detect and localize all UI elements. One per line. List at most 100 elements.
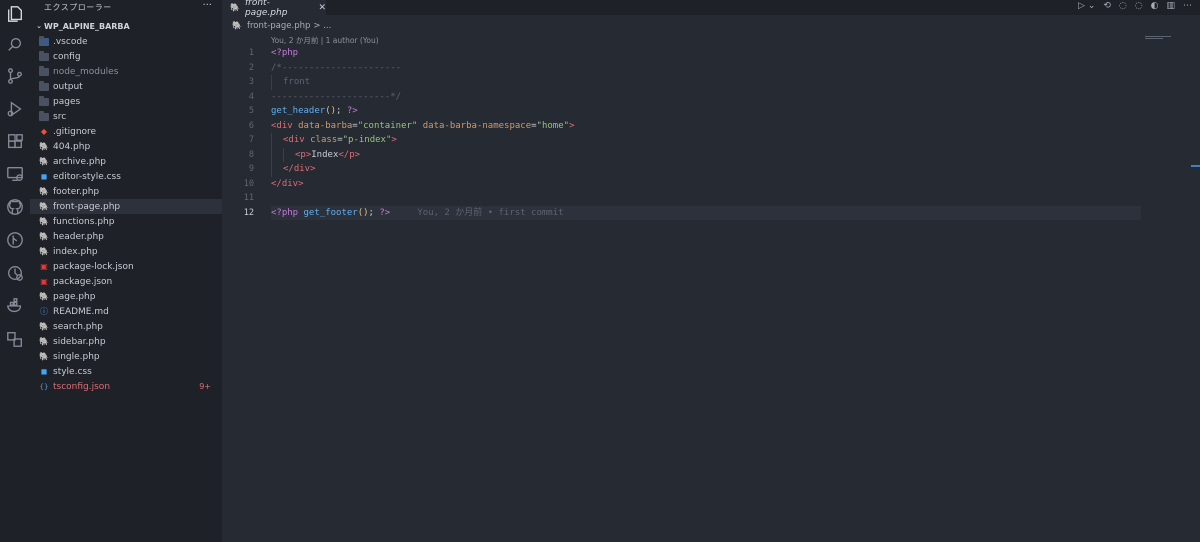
info-file-icon: ⓘ [40,307,48,316]
source-control-icon[interactable] [5,66,25,86]
problem-badge: 9+ [199,382,211,391]
file-tree-item-label: 404.php [53,141,91,152]
timeline-prev-icon[interactable]: ◌ [1119,1,1127,11]
npm-file-icon: ▣ [40,277,48,286]
live-share-icon[interactable] [5,329,25,349]
line-number: 3 [248,77,254,87]
file-tree-item[interactable]: output [30,79,222,94]
file-tree-item[interactable]: ◼ editor-style.css [30,169,222,184]
breadcrumb-rest[interactable]: > ... [313,21,331,31]
test-icon[interactable] [5,263,25,283]
line-number: 6 [248,120,254,131]
code-line: front [271,75,1141,90]
file-tree-item[interactable]: 🐘 single.php [30,349,222,364]
file-tree-item[interactable]: 🐘 sidebar.php [30,334,222,349]
php-file-icon: 🐘 [39,142,49,151]
folder-icon [39,65,49,77]
docker-icon[interactable] [5,296,25,316]
code-line: <?php [271,48,299,58]
folder-icon [39,110,49,122]
file-tree-item[interactable]: .vscode [30,34,222,49]
line-number: 9 [248,164,254,174]
file-tree-item[interactable]: ▣ package-lock.json [30,259,222,274]
remote-explorer-icon[interactable] [5,164,25,184]
line-number: 8 [248,149,254,160]
file-tree: .vscode config node_modules output pages src ◆… [30,34,222,394]
php-file-icon: 🐘 [39,157,49,166]
extensions-icon[interactable] [5,132,25,152]
chevron-down-icon: ⌄ [36,22,42,30]
codelens-blame[interactable]: You, 2 か月前 | 1 author (You) [271,35,379,46]
line-number: 12 [243,207,254,218]
file-tree-item-label: index.php [53,246,98,257]
files-icon[interactable] [5,4,25,24]
file-tree-item-label: page.php [53,291,96,302]
file-tree-item[interactable]: config [30,49,222,64]
github-icon[interactable] [5,197,25,217]
more-editor-actions-icon[interactable]: ⋯ [1183,1,1192,11]
tab-front-page[interactable]: 🐘 front-page.php ✕ [222,0,326,18]
close-tab-icon[interactable]: ✕ [318,3,326,13]
timeline-next-icon[interactable]: ◌ [1135,1,1143,11]
php-file-icon: 🐘 [39,187,49,196]
folder-icon [39,95,49,107]
tab-label: front-page.php [244,0,288,18]
file-tree-item[interactable]: pages [30,94,222,109]
minimap[interactable] [1145,36,1171,42]
file-tree-item-label: sidebar.php [53,336,106,347]
file-tree-item-label: search.php [53,321,103,332]
file-tree-item-label: single.php [53,351,100,362]
line-number: 5 [248,106,254,116]
file-tree-item[interactable]: ⓘ README.md [30,304,222,319]
php-file-icon: 🐘 [232,21,242,30]
file-tree-item[interactable]: 🐘 front-page.php [30,199,222,214]
file-tree-item[interactable]: 🐘 404.php [30,139,222,154]
file-tree-item[interactable]: 🐘 page.php [30,289,222,304]
file-tree-item[interactable]: ▣ package.json [30,274,222,289]
code-line: <p>Index</p> [271,147,1141,162]
line-number: 4 [248,91,254,102]
file-tree-item-label: front-page.php [53,201,121,212]
run-debug-icon[interactable] [5,99,25,119]
scrollbar-marker[interactable] [1191,165,1200,167]
file-tree-item[interactable]: 🐘 functions.php [30,214,222,229]
file-tree-item[interactable]: ◆ .gitignore [30,124,222,139]
file-tree-item[interactable]: 🐘 footer.php [30,184,222,199]
file-tree-item[interactable]: {} tsconfig.json 9+ [30,379,222,394]
run-icon[interactable]: ▷ ⌄ [1078,1,1095,11]
split-editor-icon[interactable]: ▥ [1166,1,1175,11]
file-tree-item-label: package-lock.json [53,261,134,272]
file-tree-item[interactable]: 🐘 index.php [30,244,222,259]
search-icon[interactable] [5,35,25,55]
line-number: 1 [248,48,254,58]
file-tree-item[interactable]: node_modules [30,64,222,79]
breadcrumb-file[interactable]: front-page.php [247,21,310,31]
file-tree-item[interactable]: src [30,109,222,124]
file-tree-item[interactable]: ◼ style.css [30,364,222,379]
css-file-icon: ◼ [40,367,48,376]
php-file-icon: 🐘 [39,352,49,361]
code-editor[interactable]: <?php /*---------------------- front ---… [271,46,1141,220]
explorer-title: エクスプローラー [44,3,112,12]
file-tree-item[interactable]: 🐘 archive.php [30,154,222,169]
file-tree-item[interactable]: 🐘 header.php [30,229,222,244]
line-number-gutter: 1 2 3 4 5 6 7 8 9 10 11 12 [222,46,258,220]
php-file-icon: 🐘 [39,337,49,346]
css-file-icon: ◼ [40,172,48,181]
toggle-blame-icon[interactable]: ◐ [1151,1,1159,11]
line-number: 7 [248,135,254,145]
go-back-icon[interactable]: ⟲ [1103,1,1111,11]
php-file-icon: 🐘 [39,292,49,301]
code-line: ----------------------*/ [271,91,402,102]
git-graph-icon[interactable] [5,230,25,250]
php-file-icon: 🐘 [39,232,49,241]
project-section-header[interactable]: ⌄ WP_ALPINE_BARBA [34,20,222,32]
file-tree-item[interactable]: 🐘 search.php [30,319,222,334]
editor-actions: ▷ ⌄ ⟲ ◌ ◌ ◐ ▥ ⋯ [1078,1,1192,11]
file-tree-item-label: node_modules [53,66,119,77]
more-actions-icon[interactable]: ··· [202,0,212,11]
file-tree-item-label: pages [53,96,81,107]
file-tree-item-label: config [53,51,81,62]
git-file-icon: ◆ [40,127,48,136]
code-line: </div> [271,162,1141,177]
